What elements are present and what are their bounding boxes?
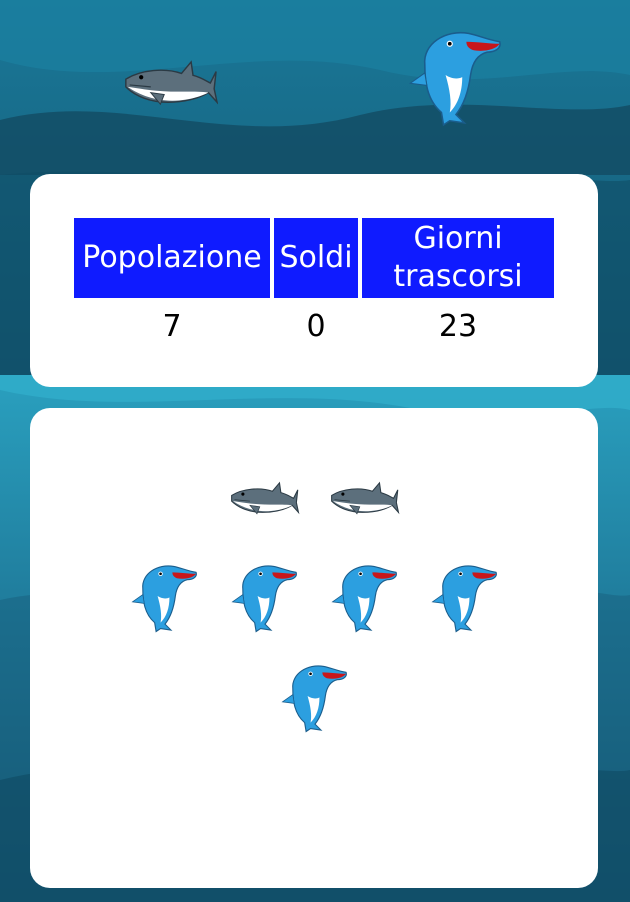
stats-table: Popolazione Soldi Giorni trascorsi 7 0 2… <box>70 218 558 354</box>
stats-card: Popolazione Soldi Giorni trascorsi 7 0 2… <box>30 174 598 387</box>
shark-icon <box>331 481 400 515</box>
value-giorni: 23 <box>438 308 478 344</box>
dolphin-icon <box>131 565 197 633</box>
dolphin-icon <box>431 565 497 633</box>
population-card <box>30 408 598 888</box>
header-popolazione: Popolazione <box>74 218 270 298</box>
header-soldi: Soldi <box>274 218 358 298</box>
header-giorni-trascorsi: Giorni trascorsi <box>362 218 554 298</box>
dolphin-icon <box>331 565 397 633</box>
dolphin-icon <box>231 565 297 633</box>
value-popolazione: 7 <box>162 308 182 344</box>
header-giorni-line1: Giorni <box>413 221 503 256</box>
value-soldi: 0 <box>306 308 326 344</box>
dolphin-icon <box>408 31 501 127</box>
header-giorni-line2: trascorsi <box>393 259 523 294</box>
shark-icon <box>231 481 300 515</box>
dolphin-icon <box>281 665 347 733</box>
shark-icon <box>125 60 218 106</box>
